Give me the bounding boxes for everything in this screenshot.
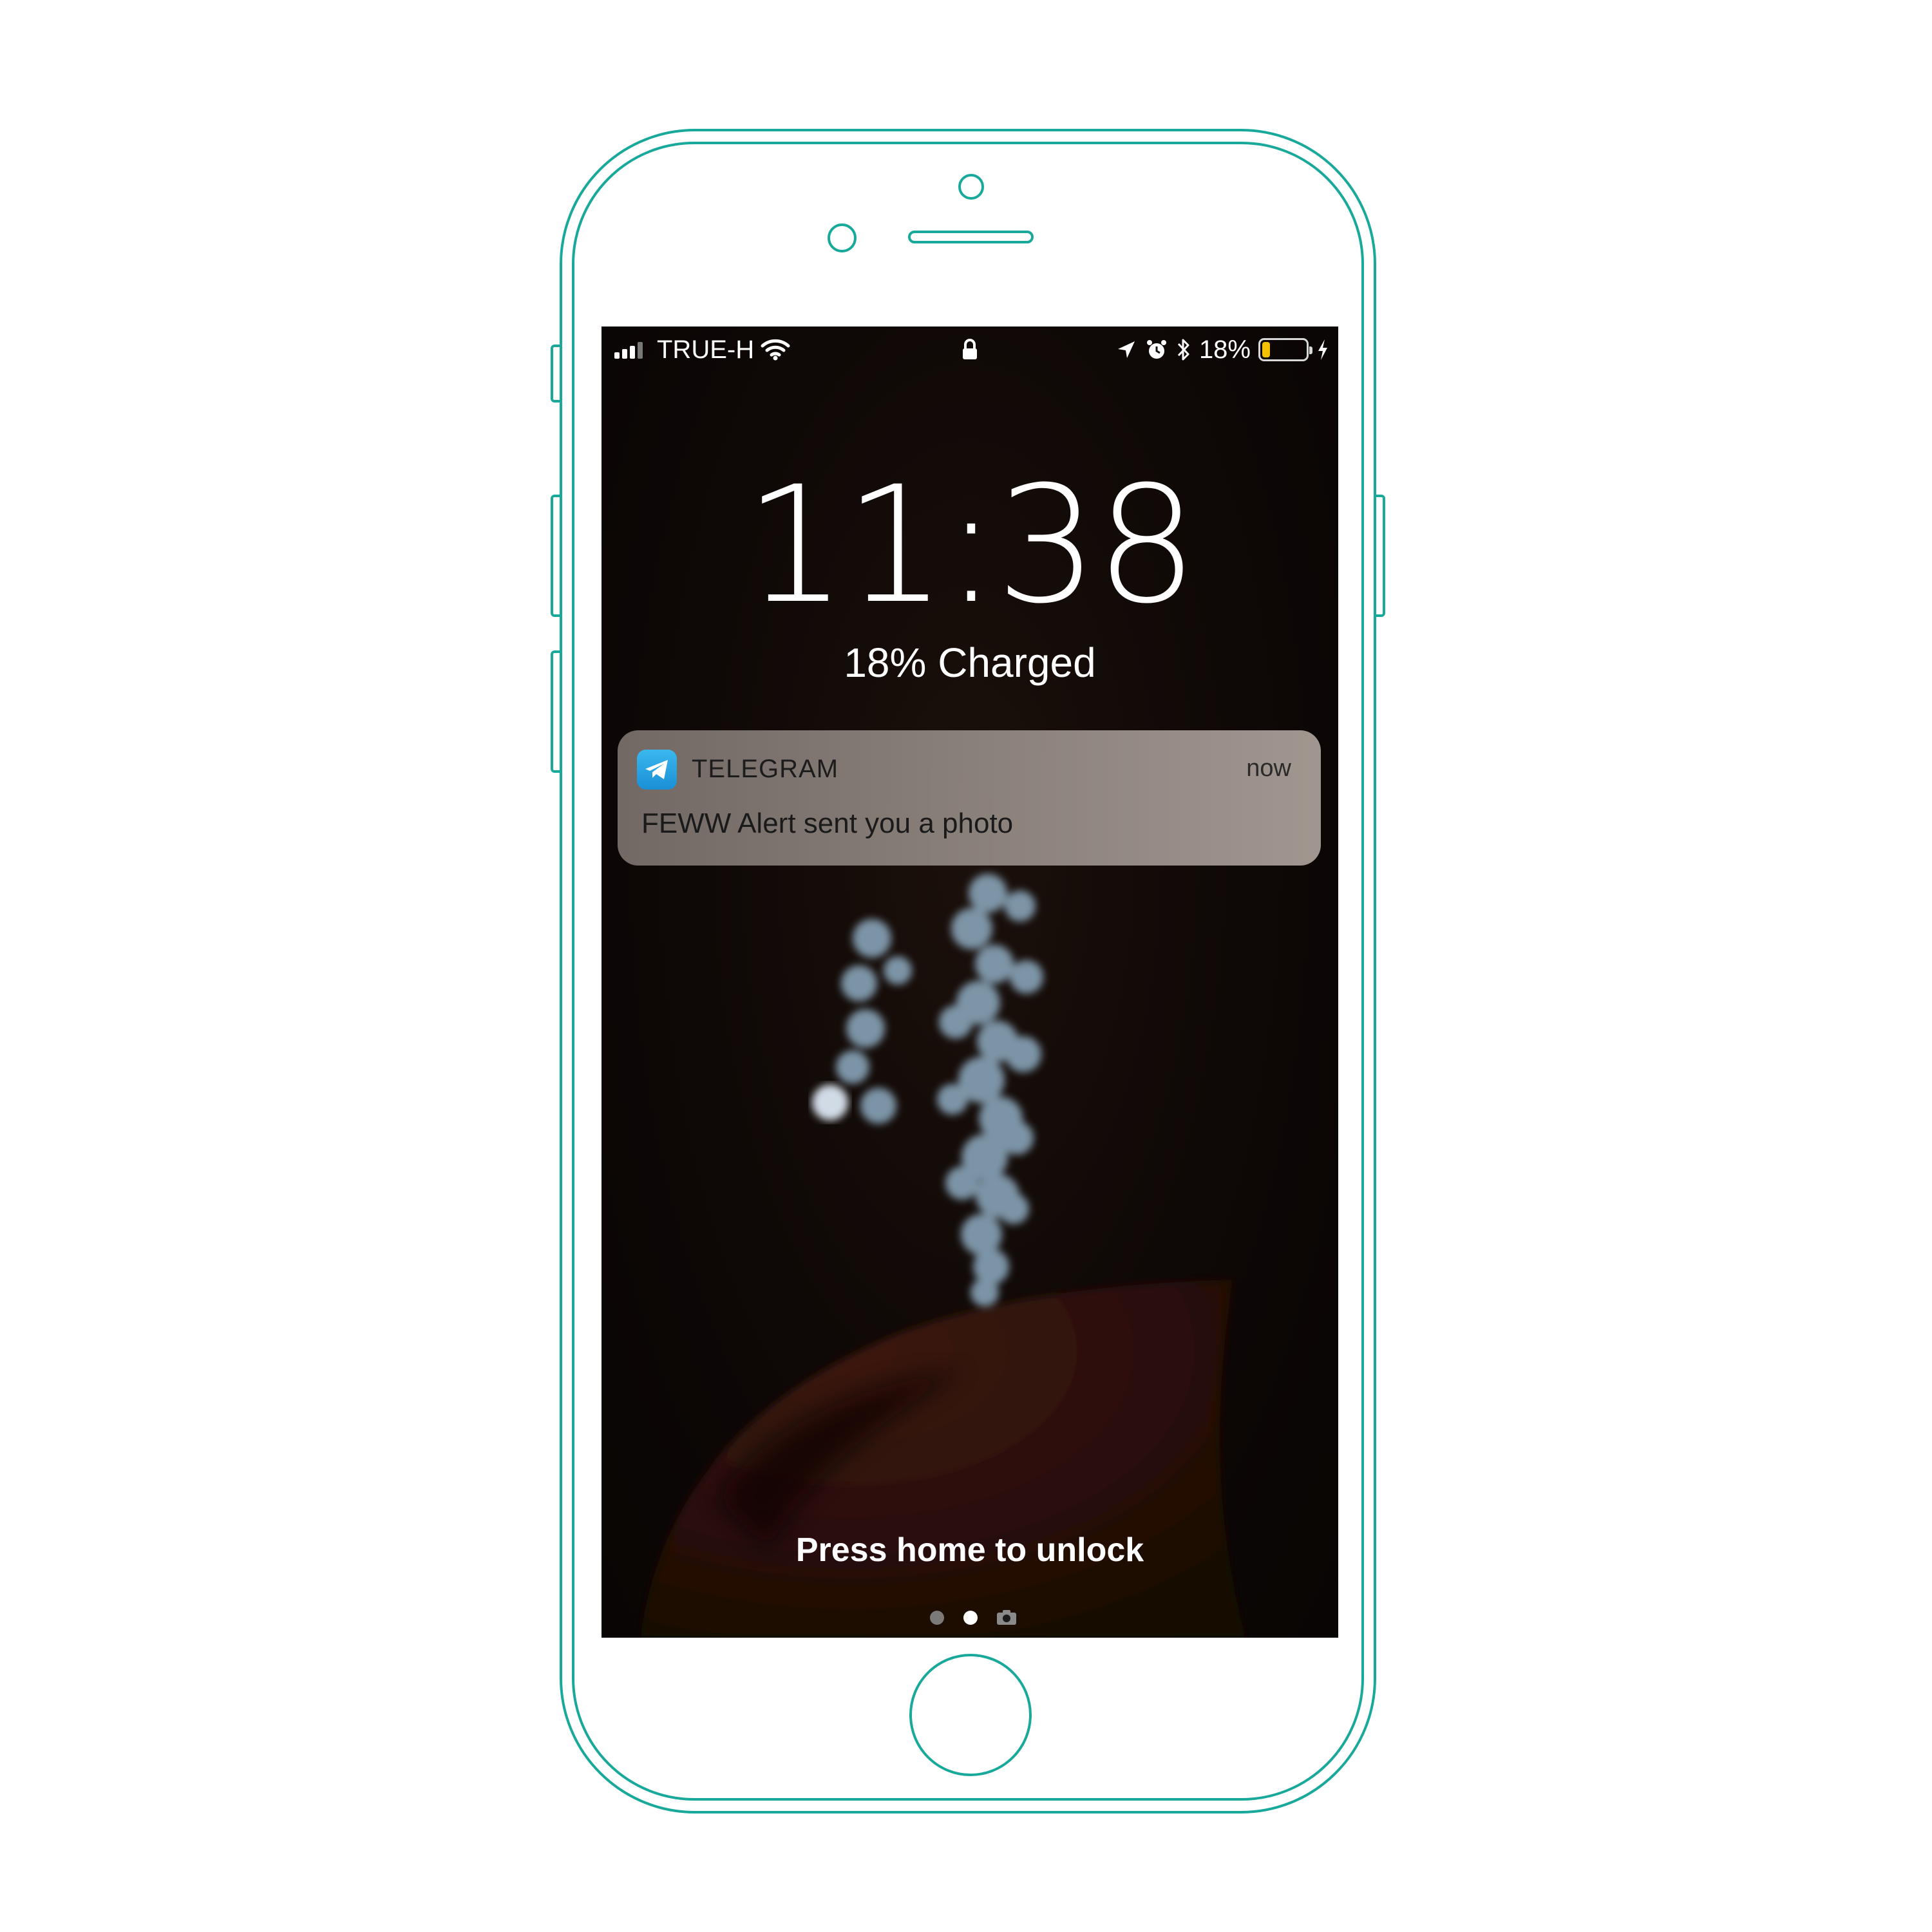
status-bar: TRUE-H 18%	[601, 327, 1338, 372]
volume-up-button[interactable]	[551, 495, 562, 617]
page-dot-2[interactable]	[963, 1611, 978, 1625]
telegram-notification[interactable]: TELEGRAM now FEWW Alert sent you a photo	[618, 730, 1321, 866]
earpiece-speaker	[908, 231, 1034, 243]
unlock-hint: Press home to unlock	[795, 1531, 1144, 1569]
volume-down-button[interactable]	[551, 650, 562, 773]
lock-screen: TRUE-H 18% 11:38 18% Charged TELEGRAM no…	[601, 327, 1338, 1638]
battery-icon	[1258, 338, 1312, 361]
lock-screen-clock: 11:38	[744, 451, 1198, 639]
location-arrow-icon	[1117, 341, 1135, 358]
lock-icon	[963, 339, 977, 359]
telegram-icon	[637, 750, 677, 790]
bluetooth-icon	[1177, 339, 1189, 361]
home-button[interactable]	[909, 1654, 1032, 1776]
signal-bars-icon	[614, 341, 650, 359]
wifi-icon	[761, 339, 790, 361]
battery-level-fill	[1262, 342, 1270, 357]
front-camera	[958, 174, 984, 200]
battery-percent: 18%	[1198, 335, 1251, 364]
camera-icon[interactable]	[996, 1608, 1018, 1626]
proximity-sensor	[828, 223, 857, 252]
notification-message: FEWW Alert sent you a photo	[641, 808, 1014, 839]
notification-time: now	[1246, 755, 1291, 782]
charging-status: 18% Charged	[844, 639, 1096, 686]
mute-switch[interactable]	[551, 345, 562, 402]
power-button[interactable]	[1374, 495, 1385, 617]
charging-bolt-icon	[1318, 339, 1327, 360]
page-indicator[interactable]	[601, 1607, 1338, 1626]
notification-app-name: TELEGRAM	[692, 755, 839, 783]
carrier-name: TRUE-H	[657, 335, 755, 364]
alarm-icon	[1146, 340, 1166, 359]
page-dot-1[interactable]	[930, 1611, 944, 1625]
